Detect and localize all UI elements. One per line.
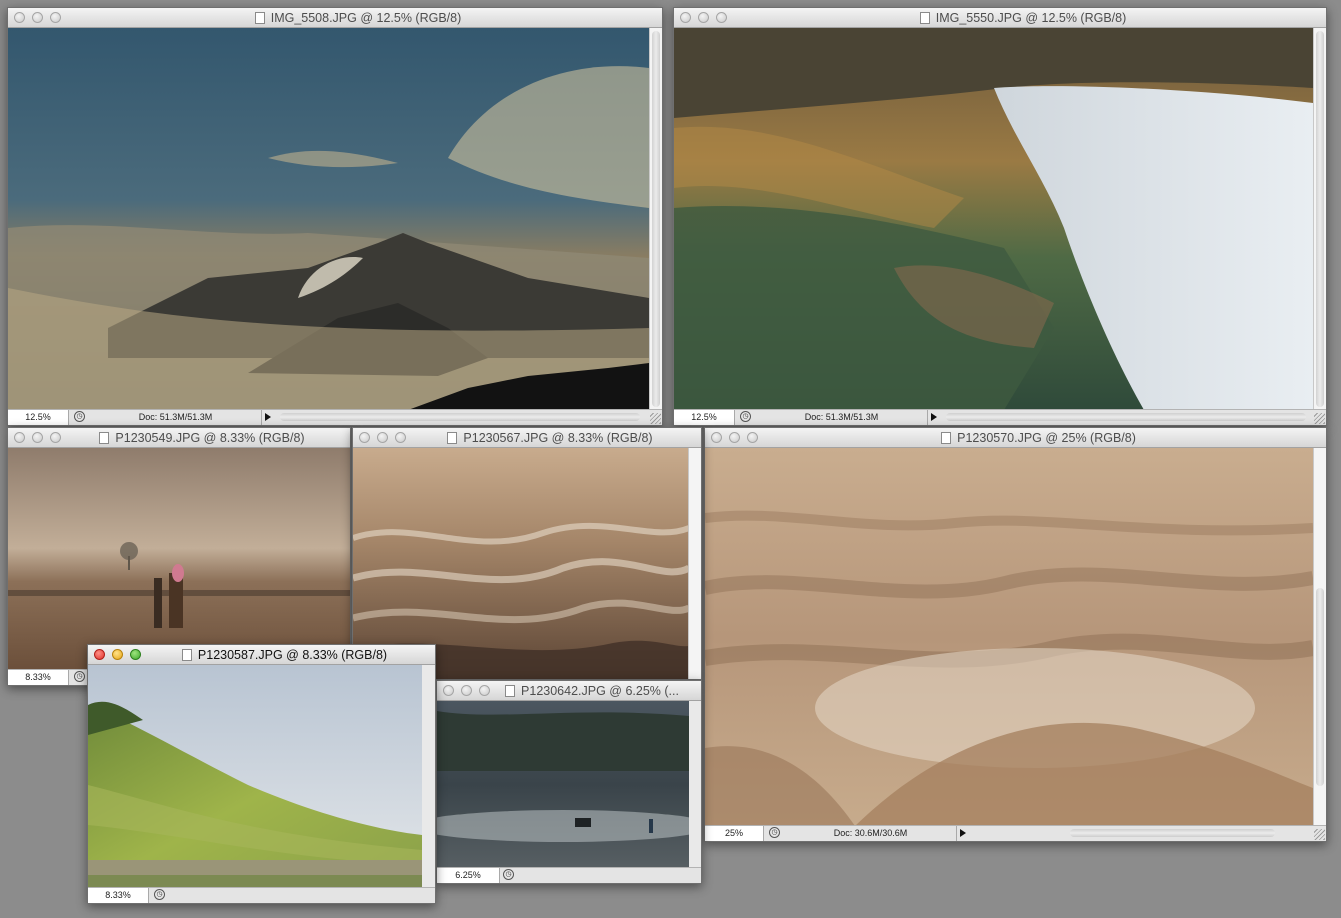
zoom-field[interactable]: 12.5% (8, 410, 69, 425)
resize-grip[interactable] (1314, 829, 1325, 840)
window-title: P1230570.JPG @ 25% (RGB/8) (957, 431, 1136, 445)
close-button[interactable] (711, 432, 722, 443)
info-popup-button[interactable]: ◷ (740, 411, 751, 422)
zoom-button[interactable] (716, 12, 727, 23)
scroll-thumb[interactable] (652, 31, 660, 407)
close-button[interactable] (359, 432, 370, 443)
window-titlebar[interactable]: P1230642.JPG @ 6.25% (... (437, 681, 701, 701)
minimize-button[interactable] (112, 649, 123, 660)
info-popup-button[interactable]: ◷ (769, 827, 780, 838)
window-title: P1230567.JPG @ 8.33% (RGB/8) (463, 431, 653, 445)
scroll-thumb[interactable] (1316, 588, 1324, 786)
close-button[interactable] (14, 12, 25, 23)
zoom-button[interactable] (395, 432, 406, 443)
status-menu-arrow[interactable] (960, 829, 966, 837)
vertical-scrollbar[interactable] (1313, 448, 1326, 826)
document-window-img-5550[interactable]: IMG_5550.JPG @ 12.5% (RGB/8) 12.5% ◷ Doc… (673, 7, 1327, 426)
window-title: P1230549.JPG @ 8.33% (RGB/8) (115, 431, 305, 445)
close-button[interactable] (443, 685, 454, 696)
image-canvas[interactable] (705, 448, 1313, 826)
window-title: IMG_5508.JPG @ 12.5% (RGB/8) (270, 11, 462, 25)
minimize-button[interactable] (32, 12, 43, 23)
status-bar: 25% ◷ Doc: 30.6M/30.6M (705, 825, 1326, 841)
vertical-scrollbar[interactable] (688, 448, 701, 679)
window-title: P1230642.JPG @ 6.25% (... (521, 684, 679, 698)
zoom-button[interactable] (479, 685, 490, 696)
document-icon (254, 12, 265, 24)
document-size: Doc: 51.3M/51.3M (756, 410, 928, 425)
status-bar: 6.25% ◷ (437, 867, 701, 883)
zoom-button[interactable] (50, 432, 61, 443)
info-popup-button[interactable]: ◷ (503, 869, 514, 880)
status-menu-arrow[interactable] (265, 413, 271, 421)
close-button[interactable] (14, 432, 25, 443)
document-window-p1230567[interactable]: P1230567.JPG @ 8.33% (RGB/8) (352, 427, 702, 680)
window-titlebar[interactable]: IMG_5550.JPG @ 12.5% (RGB/8) (674, 8, 1326, 28)
document-icon (99, 432, 110, 444)
window-title: P1230587.JPG @ 8.33% (RGB/8) (197, 648, 388, 662)
resize-grip[interactable] (650, 413, 661, 424)
status-menu-arrow[interactable] (931, 413, 937, 421)
info-popup-button[interactable]: ◷ (74, 671, 85, 682)
image-canvas[interactable] (674, 28, 1313, 410)
minimize-button[interactable] (461, 685, 472, 696)
document-icon (181, 649, 192, 661)
zoom-field[interactable]: 25% (705, 826, 764, 841)
window-titlebar[interactable]: P1230587.JPG @ 8.33% (RGB/8) (88, 645, 435, 665)
scroll-thumb[interactable] (1316, 31, 1324, 407)
document-icon (505, 685, 516, 697)
close-button[interactable] (680, 12, 691, 23)
horizontal-scrollbar[interactable] (280, 413, 640, 421)
zoom-field[interactable]: 8.33% (8, 670, 69, 685)
status-bar: 8.33% ◷ (88, 887, 435, 903)
zoom-button[interactable] (50, 12, 61, 23)
document-window-img-5508[interactable]: IMG_5508.JPG @ 12.5% (RGB/8) 12.5% ◷ Doc… (7, 7, 663, 426)
zoom-field[interactable]: 8.33% (88, 888, 149, 903)
minimize-button[interactable] (729, 432, 740, 443)
document-window-p1230642[interactable]: P1230642.JPG @ 6.25% (... 6.25% ◷ (436, 680, 702, 884)
document-icon (447, 432, 458, 444)
image-canvas[interactable] (88, 665, 422, 889)
zoom-button[interactable] (130, 649, 141, 660)
window-titlebar[interactable]: P1230570.JPG @ 25% (RGB/8) (705, 428, 1326, 448)
zoom-button[interactable] (747, 432, 758, 443)
vertical-scrollbar[interactable] (1313, 28, 1326, 410)
window-titlebar[interactable]: P1230549.JPG @ 8.33% (RGB/8) (8, 428, 350, 448)
document-icon (941, 432, 952, 444)
info-popup-button[interactable]: ◷ (74, 411, 85, 422)
image-canvas[interactable] (8, 448, 351, 671)
document-window-p1230570[interactable]: P1230570.JPG @ 25% (RGB/8) 25% ◷ Doc: 30… (704, 427, 1327, 842)
horizontal-scrollbar[interactable] (1070, 829, 1275, 837)
minimize-button[interactable] (377, 432, 388, 443)
close-button[interactable] (94, 649, 105, 660)
document-icon (919, 12, 930, 24)
status-bar: 12.5% ◷ Doc: 51.3M/51.3M (674, 409, 1326, 425)
window-title: IMG_5550.JPG @ 12.5% (RGB/8) (935, 11, 1127, 25)
document-size: Doc: 30.6M/30.6M (785, 826, 957, 841)
document-size: Doc: 51.3M/51.3M (90, 410, 262, 425)
document-window-p1230587[interactable]: P1230587.JPG @ 8.33% (RGB/8) 8.33% ◷ (87, 644, 436, 904)
window-titlebar[interactable]: P1230567.JPG @ 8.33% (RGB/8) (353, 428, 701, 448)
image-canvas[interactable] (8, 28, 649, 410)
zoom-field[interactable]: 12.5% (674, 410, 735, 425)
vertical-scrollbar[interactable] (649, 28, 662, 410)
window-titlebar[interactable]: IMG_5508.JPG @ 12.5% (RGB/8) (8, 8, 662, 28)
minimize-button[interactable] (32, 432, 43, 443)
resize-grip[interactable] (1314, 413, 1325, 424)
minimize-button[interactable] (698, 12, 709, 23)
horizontal-scrollbar[interactable] (946, 413, 1306, 421)
zoom-field[interactable]: 6.25% (437, 868, 500, 883)
image-canvas[interactable] (437, 701, 689, 869)
info-popup-button[interactable]: ◷ (154, 889, 165, 900)
status-bar: 12.5% ◷ Doc: 51.3M/51.3M (8, 409, 662, 425)
